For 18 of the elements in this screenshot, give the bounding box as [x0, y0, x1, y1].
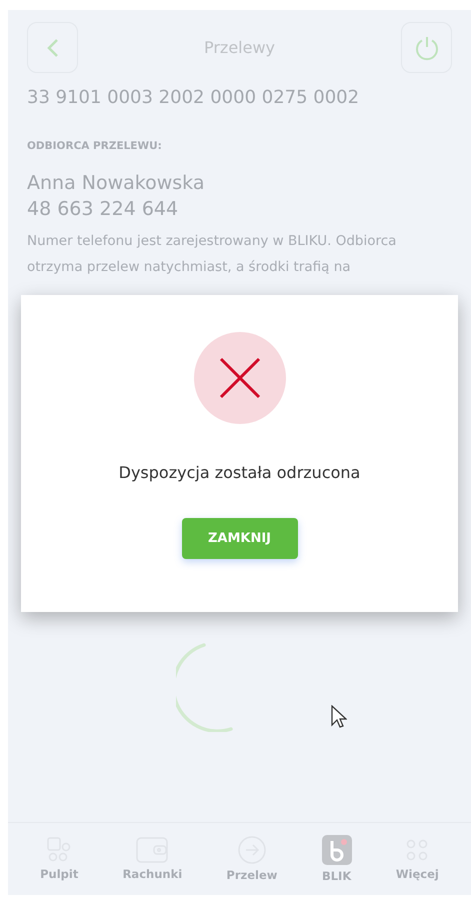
logout-button[interactable] — [401, 22, 452, 73]
recipient-label: ODBIORCA PRZELEWU: — [27, 140, 163, 152]
nav-tab[interactable]: Rachunki — [122, 837, 182, 881]
nav-tab[interactable]: BLIK — [322, 835, 352, 883]
recipient-phone: 48 663 224 644 — [27, 197, 180, 222]
close-button[interactable]: ZAMKNIJ — [182, 518, 298, 559]
mouse-pointer-icon — [331, 705, 347, 729]
nav-tab[interactable]: Przelew — [226, 836, 278, 882]
dialog-message: Dyspozycja została odrzucona — [118, 463, 360, 482]
blik-logo-icon — [322, 835, 352, 865]
back-button[interactable] — [27, 22, 78, 73]
account-number: 33 9101 0003 2002 0000 0275 0002 — [27, 87, 360, 108]
power-icon — [414, 34, 440, 60]
recipient-note: Numer telefonu jest zarejestrowany w BLIKU. Odbiorca otrzyma przelew natychmiast, a środki trafią na — [27, 232, 398, 277]
chevron-left-icon — [46, 38, 60, 58]
nav-tab[interactable]: Więcej — [396, 837, 439, 881]
recipient-name: Anna Nowakowska — [27, 171, 206, 196]
nav-tab[interactable]: Pulpit — [40, 837, 78, 881]
